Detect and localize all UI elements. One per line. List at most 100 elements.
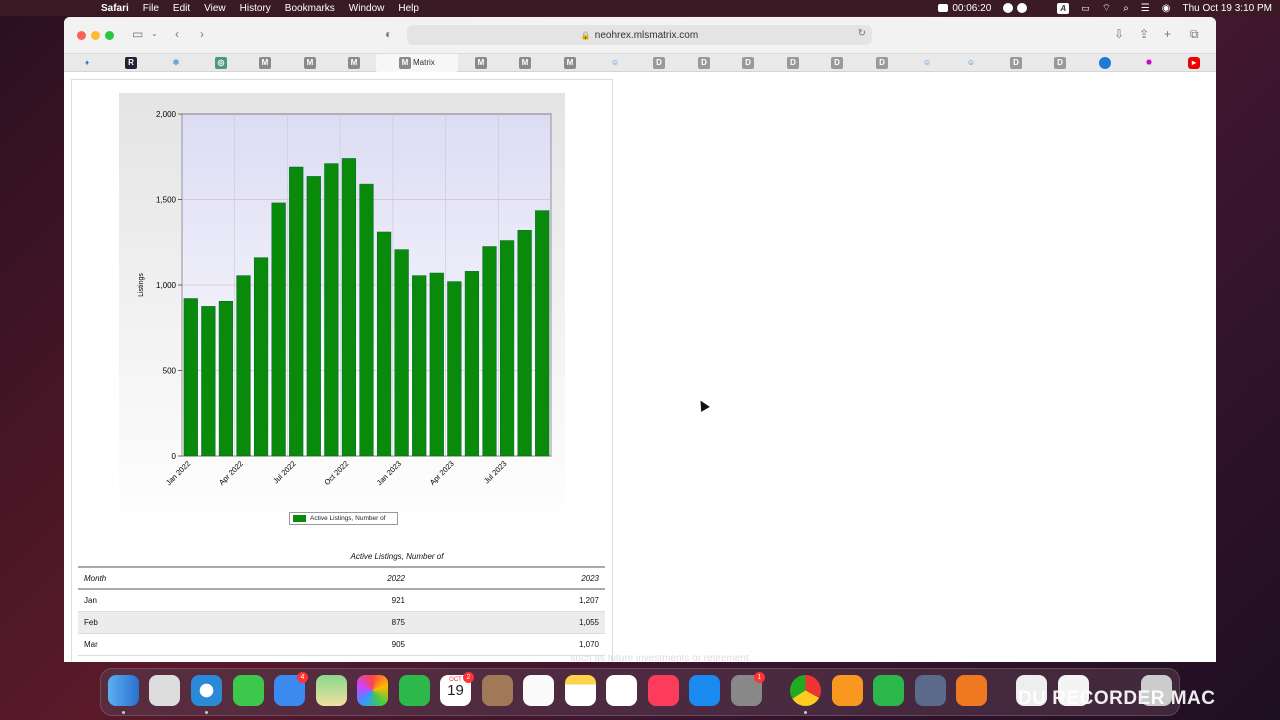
numbers-icon[interactable] bbox=[873, 675, 904, 706]
tab-matrix-favicon[interactable]: M bbox=[399, 57, 411, 69]
active-listings-chart: 05001,0001,5002,000 Jan 2022 Apr 2022 Jul … bbox=[119, 93, 565, 533]
tab-d[interactable]: D bbox=[698, 57, 710, 69]
tab-d[interactable]: D bbox=[1010, 57, 1022, 69]
share-icon[interactable]: ⇪ bbox=[1139, 27, 1149, 41]
tab-favicon-smile[interactable]: ☺ bbox=[965, 57, 977, 69]
safari-icon[interactable] bbox=[191, 675, 222, 706]
tab-overview-icon[interactable]: ⧉ bbox=[1190, 27, 1199, 42]
menu-bookmarks[interactable]: Bookmarks bbox=[285, 3, 335, 14]
url-text: neohrex.mlsmatrix.com bbox=[594, 29, 699, 41]
menu-view[interactable]: View bbox=[204, 3, 226, 14]
tab-favicon-openai[interactable]: ◎ bbox=[215, 57, 227, 69]
new-tab-button[interactable]: + bbox=[1164, 27, 1171, 41]
calendar-day: 19 bbox=[447, 682, 464, 699]
app-store-icon[interactable] bbox=[689, 675, 720, 706]
sidebar-icon[interactable]: ▭ bbox=[132, 27, 143, 41]
menu-app-name[interactable]: Safari bbox=[101, 3, 129, 14]
bar-jan-2023 bbox=[394, 249, 409, 457]
contacts-icon[interactable] bbox=[482, 675, 513, 706]
tab-m[interactable]: M bbox=[304, 57, 316, 69]
tab-r[interactable]: R bbox=[125, 57, 137, 69]
tab-m[interactable]: M bbox=[348, 57, 360, 69]
close-window-button[interactable] bbox=[77, 30, 86, 40]
cell-2023: 1,207 bbox=[405, 589, 605, 612]
facetime-icon[interactable] bbox=[399, 675, 430, 706]
maps-icon[interactable] bbox=[316, 675, 347, 706]
tab-m[interactable]: M bbox=[519, 57, 531, 69]
tab-favicon-flame[interactable]: ♦ bbox=[81, 57, 93, 69]
privacy-shield-icon[interactable]: ◐ bbox=[385, 27, 392, 41]
tab-d[interactable]: D bbox=[742, 57, 754, 69]
tab-d[interactable]: D bbox=[653, 57, 665, 69]
photos-icon[interactable] bbox=[357, 675, 388, 706]
chevron-down-icon[interactable]: ⌄ bbox=[151, 29, 158, 38]
zoom-window-button[interactable] bbox=[105, 30, 114, 40]
control-center-icon[interactable]: ☰ bbox=[1141, 3, 1150, 14]
tab-favicon-splat[interactable]: ✸ bbox=[1143, 57, 1155, 69]
pause-recording-icon[interactable] bbox=[1003, 2, 1014, 14]
tab-d[interactable]: D bbox=[831, 57, 843, 69]
tab-m[interactable]: M bbox=[475, 57, 487, 69]
cell-month: Jan bbox=[78, 589, 185, 612]
tab-d[interactable]: D bbox=[1054, 57, 1066, 69]
tab-d[interactable]: D bbox=[876, 57, 888, 69]
forward-button[interactable]: › bbox=[200, 27, 204, 41]
calendar-icon[interactable]: OCT 19 2 bbox=[440, 672, 474, 706]
tab-favicon-youtube[interactable]: ▸ bbox=[1188, 57, 1200, 69]
mail-icon[interactable]: 4 bbox=[274, 672, 308, 706]
table-header-row: Month 2022 2023 bbox=[78, 566, 605, 590]
pages-icon[interactable] bbox=[832, 675, 863, 706]
y-axis-label: Listings bbox=[138, 273, 145, 297]
bar-aug-2023 bbox=[517, 230, 532, 457]
bar-feb-2023 bbox=[412, 275, 427, 457]
tab-m[interactable]: M bbox=[564, 57, 576, 69]
report-panel: 0 500 1,000 1,500 2,000 Jan 2022 Apr 2022 Jul … bbox=[71, 79, 613, 662]
tab-m[interactable]: M bbox=[259, 57, 271, 69]
back-button[interactable]: ‹ bbox=[175, 27, 179, 41]
chrome-icon[interactable] bbox=[790, 675, 821, 706]
siri-icon[interactable]: ◉ bbox=[1162, 3, 1171, 14]
tab-favicon-smile[interactable]: ☺ bbox=[921, 57, 933, 69]
table-row: Feb 875 1,055 bbox=[78, 611, 605, 634]
spotlight-search-icon[interactable]: ⌕ bbox=[1123, 3, 1129, 14]
cell-month: Feb bbox=[78, 611, 185, 634]
bar-sep-2022 bbox=[324, 163, 339, 457]
tab-favicon-gear[interactable]: ✱ bbox=[170, 57, 182, 69]
menu-clock[interactable]: Thu Oct 19 3:10 PM bbox=[1183, 3, 1273, 14]
preview-icon[interactable] bbox=[915, 675, 946, 706]
bar-jul-2023 bbox=[499, 240, 515, 457]
minimize-window-button[interactable] bbox=[91, 30, 100, 40]
du-recorder-icon[interactable] bbox=[956, 675, 987, 706]
battery-icon[interactable]: ▭ bbox=[1081, 3, 1090, 14]
system-settings-icon[interactable]: 1 bbox=[731, 672, 765, 706]
bar-aug-2022 bbox=[306, 176, 321, 457]
menu-edit[interactable]: Edit bbox=[173, 3, 190, 14]
tab-favicon-globe[interactable] bbox=[1099, 57, 1111, 69]
reload-icon[interactable]: ↻ bbox=[858, 28, 866, 39]
reminders-icon[interactable] bbox=[523, 675, 554, 706]
tab-favicon-smile[interactable]: ☺ bbox=[609, 57, 621, 69]
tab-matrix-label[interactable]: Matrix bbox=[413, 58, 435, 67]
safari-window: ▭ ⌄ ‹ › ◐ 🔒 neohrex.mlsmatrix.com ↻ ⇩ ⇪ … bbox=[64, 17, 1216, 662]
recording-time: 00:06:20 bbox=[952, 2, 992, 14]
menu-file[interactable]: File bbox=[143, 3, 159, 14]
menu-help[interactable]: Help bbox=[398, 3, 419, 14]
bar-oct-2022 bbox=[341, 158, 357, 457]
input-source-icon[interactable]: A bbox=[1057, 2, 1070, 14]
freeform-icon[interactable] bbox=[606, 675, 637, 706]
stop-recording-icon[interactable] bbox=[1017, 2, 1028, 14]
menu-history[interactable]: History bbox=[240, 3, 271, 14]
screen-record-icon[interactable] bbox=[938, 3, 949, 14]
music-icon[interactable] bbox=[648, 675, 679, 706]
tab-d[interactable]: D bbox=[787, 57, 799, 69]
downloads-icon[interactable]: ⇩ bbox=[1114, 27, 1124, 41]
cell-2023: 1,070 bbox=[405, 633, 605, 656]
wifi-icon[interactable]: ⌔ bbox=[1102, 2, 1111, 15]
address-bar[interactable]: 🔒 neohrex.mlsmatrix.com ↻ bbox=[407, 25, 872, 45]
launchpad-icon[interactable] bbox=[149, 675, 180, 706]
finder-icon[interactable] bbox=[108, 675, 139, 706]
notes-icon[interactable] bbox=[565, 675, 596, 706]
messages-icon[interactable] bbox=[233, 675, 264, 706]
menu-window[interactable]: Window bbox=[349, 3, 385, 14]
bar-mar-2022 bbox=[218, 300, 234, 457]
